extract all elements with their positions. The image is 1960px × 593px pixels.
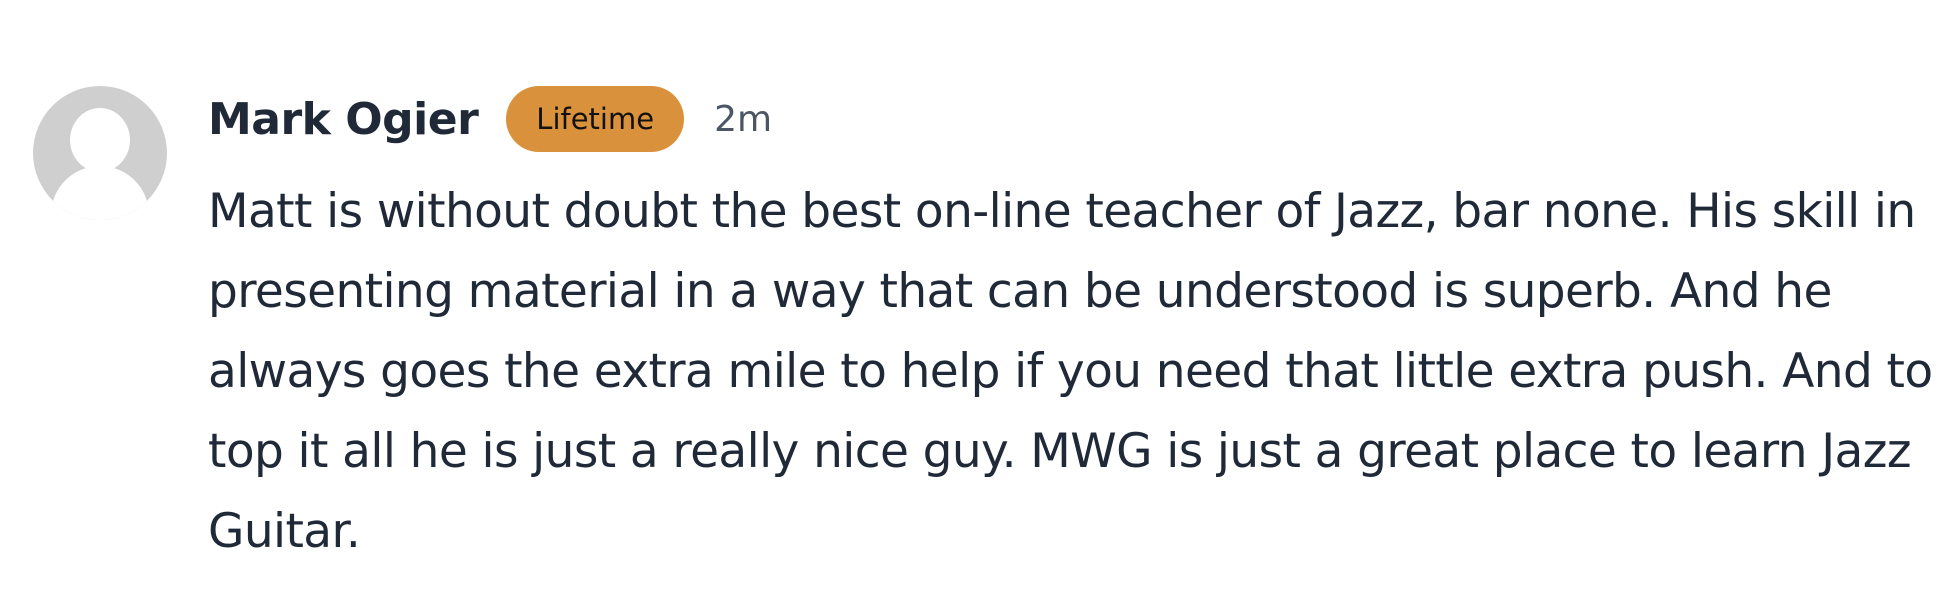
membership-badge: Lifetime	[506, 86, 685, 152]
avatar-head	[70, 108, 130, 172]
default-user-avatar-icon[interactable]	[33, 86, 167, 220]
avatar-shoulders	[51, 166, 149, 220]
comment-timestamp[interactable]: 2m	[714, 99, 772, 140]
comment-item: Mark Ogier Lifetime 2m Matt is without d…	[0, 0, 1960, 593]
comment-header: Mark Ogier Lifetime 2m	[208, 86, 772, 152]
author-name[interactable]: Mark Ogier	[208, 94, 479, 145]
comment-text: Matt is without doubt the best on-line t…	[208, 184, 1933, 559]
